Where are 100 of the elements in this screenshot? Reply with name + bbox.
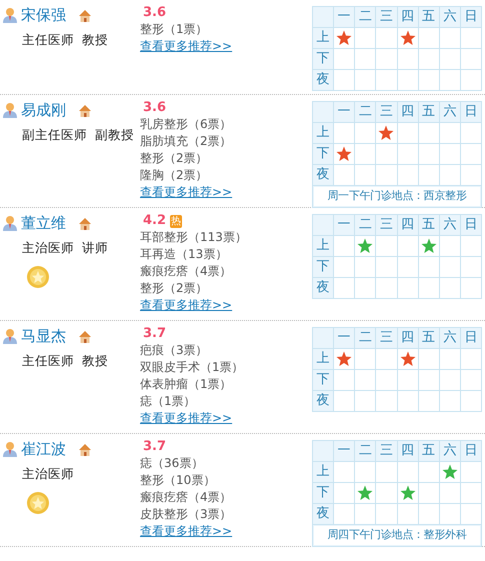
- weekday-header: 五: [418, 102, 440, 122]
- weekday-header: 一: [334, 102, 355, 122]
- period-label: 夜: [312, 390, 334, 412]
- doctor-name-link[interactable]: 马显杰: [21, 325, 66, 348]
- specialty-vote-count: 脂肪填充（2票）: [140, 133, 232, 150]
- specialty-vote-count: 整形（2票）: [140, 150, 208, 167]
- period-label: 下: [312, 48, 334, 70]
- doctor-icon: [2, 441, 18, 458]
- doctor-title: 主任医师 教授: [21, 30, 108, 48]
- weekday-header: 四: [397, 214, 418, 236]
- rating: 3.6: [142, 100, 166, 115]
- doctor-icon: [2, 215, 18, 232]
- weekday-header: 一: [334, 328, 355, 348]
- weekday-header: 四: [397, 6, 418, 28]
- weekday-header: 一: [334, 440, 355, 462]
- period-label: 夜: [312, 504, 334, 524]
- doctor-name-link[interactable]: 易成刚: [21, 99, 66, 122]
- weekday-header: 二: [354, 440, 376, 462]
- home-icon[interactable]: [77, 8, 93, 23]
- doctor-name-link[interactable]: 董立维: [21, 212, 66, 234]
- weekday-header: 六: [439, 214, 460, 236]
- specialty-vote-count: 疤痕（3票）: [140, 342, 208, 359]
- weekday-header: 三: [376, 102, 397, 122]
- weekday-header: 四: [397, 328, 418, 348]
- period-label: 下: [312, 144, 334, 164]
- more-recommendations-link[interactable]: 查看更多推荐>>: [140, 184, 232, 201]
- period-label: 上: [312, 122, 334, 144]
- home-icon[interactable]: [77, 216, 93, 231]
- doctor-name-link[interactable]: 宋保强: [21, 4, 66, 26]
- specialty-vote-count: 双眼皮手术（1票）: [140, 359, 244, 376]
- specialty-vote-count: 耳再造（13票）: [140, 246, 228, 263]
- period-label: 下: [312, 370, 334, 390]
- weekday-header: 五: [418, 440, 440, 462]
- clinic-location-note: 周四下午门诊地点：整形外科: [314, 526, 480, 544]
- specialty-vote-count: 痣（1票）: [140, 393, 196, 410]
- doctor-icon: [2, 7, 18, 24]
- period-label: 下: [312, 482, 334, 504]
- weekday-header: 六: [439, 328, 460, 348]
- more-recommendations-link[interactable]: 查看更多推荐>>: [140, 410, 232, 427]
- specialty-vote-count: 耳部整形（113票）: [140, 229, 247, 246]
- period-label: 上: [312, 236, 334, 256]
- more-recommendations-link[interactable]: 查看更多推荐>>: [140, 523, 232, 540]
- weekday-header: 五: [418, 328, 440, 348]
- weekday-header: 一: [334, 214, 355, 236]
- weekday-header: 日: [460, 440, 482, 462]
- specialty-vote-count: 皮肤整形（3票）: [140, 506, 232, 523]
- weekday-header: 日: [460, 102, 482, 122]
- specialty-vote-count: 整形（10票）: [140, 472, 216, 489]
- weekday-header: 二: [354, 214, 376, 236]
- period-label: 上: [312, 28, 334, 48]
- specialty-vote-count: 乳房整形（6票）: [140, 116, 232, 133]
- doctor-title: 主治医师: [21, 464, 74, 482]
- weekday-header: 三: [376, 214, 397, 236]
- weekday-header: 二: [354, 102, 376, 122]
- rating: 4.2: [142, 213, 166, 228]
- doctor-title: 副主任医师 副教授: [21, 126, 134, 144]
- weekday-header: 六: [439, 6, 460, 28]
- period-label: 上: [312, 348, 334, 370]
- weekday-header: 五: [418, 6, 440, 28]
- more-recommendations-link[interactable]: 查看更多推荐>>: [140, 38, 232, 55]
- clinic-location-note: 周一下午门诊地点：西京整形: [314, 187, 480, 206]
- more-recommendations-link[interactable]: 查看更多推荐>>: [140, 297, 232, 314]
- rating: 3.7: [142, 326, 166, 341]
- weekday-header: 六: [439, 102, 460, 122]
- rating: 3.6: [142, 5, 166, 20]
- weekday-header: 日: [460, 6, 482, 28]
- specialty-vote-count: 瘢痕疙瘩（4票）: [140, 489, 232, 506]
- period-label: 夜: [312, 70, 334, 90]
- weekday-header: 一: [334, 6, 355, 28]
- hot-badge: 热: [170, 215, 182, 228]
- weekday-header: 二: [354, 6, 376, 28]
- weekday-header: 四: [397, 440, 418, 462]
- home-icon[interactable]: [77, 102, 93, 118]
- weekday-header: 五: [418, 214, 440, 236]
- weekday-header: 六: [439, 440, 460, 462]
- weekday-header: 三: [376, 440, 397, 462]
- specialty-vote-count: 痣（36票）: [140, 455, 204, 472]
- doctor-name-link[interactable]: 崔江波: [21, 438, 66, 460]
- weekday-header: 日: [460, 328, 482, 348]
- period-label: 夜: [312, 278, 334, 298]
- doctor-title: 主任医师 教授: [21, 352, 108, 370]
- weekday-header: 二: [354, 328, 376, 348]
- specialty-vote-count: 瘢痕疙瘩（4票）: [140, 263, 232, 280]
- doctor-icon: [2, 102, 18, 118]
- period-label: 上: [312, 462, 334, 482]
- weekday-header: 四: [397, 102, 418, 122]
- doctor-icon: [2, 328, 18, 344]
- home-icon[interactable]: [77, 328, 93, 344]
- weekday-header: 三: [376, 328, 397, 348]
- period-label: 夜: [312, 164, 334, 186]
- specialty-vote-count: 整形（2票）: [140, 280, 208, 297]
- rating: 3.7: [142, 439, 166, 454]
- specialty-vote-count: 体表肿瘤（1票）: [140, 376, 232, 393]
- specialty-vote-count: 隆胸（2票）: [140, 167, 208, 184]
- weekday-header: 三: [376, 6, 397, 28]
- weekday-header: 日: [460, 214, 482, 236]
- home-icon[interactable]: [77, 442, 93, 457]
- specialty-vote-count: 整形（1票）: [140, 21, 208, 38]
- period-label: 下: [312, 256, 334, 278]
- doctor-title: 主治医师 讲师: [21, 238, 108, 256]
